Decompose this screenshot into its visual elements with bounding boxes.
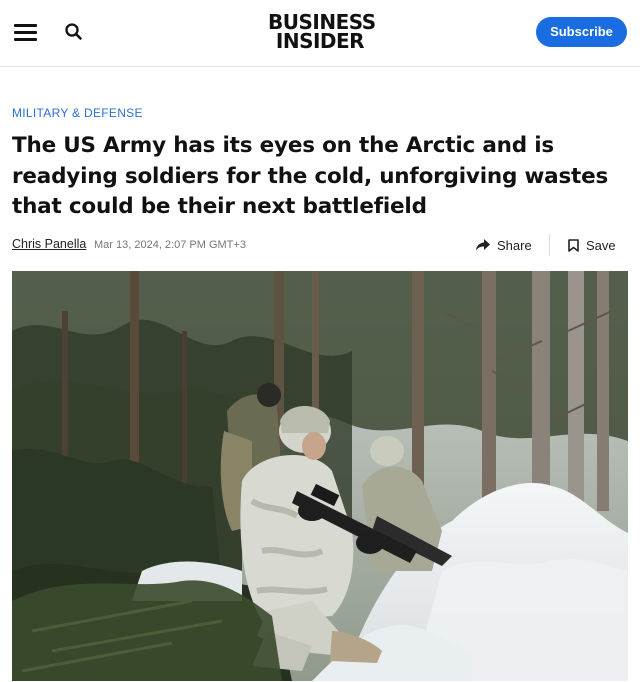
site-logo[interactable]: BUSINESS INSIDER [268,12,376,53]
search-icon [65,23,82,40]
search-button[interactable] [62,20,86,44]
publish-date: Mar 13, 2024, 2:07 PM GMT+3 [94,239,246,251]
logo-line-2: INSIDER [275,29,365,53]
author-link[interactable]: Chris Panella [12,237,86,251]
soldiers-in-snowy-forest-photo [12,271,628,681]
save-button[interactable]: Save [568,236,616,254]
share-button[interactable]: Share [476,236,532,254]
share-label: Share [497,237,532,253]
site-header: BUSINESS INSIDER Subscribe [0,0,640,67]
action-divider [549,234,550,256]
hamburger-menu-icon [14,24,37,27]
article-hero-image [12,271,628,681]
hamburger-menu-icon-line [14,38,37,41]
hamburger-menu-icon-line [14,31,37,34]
bookmark-icon [568,238,579,252]
menu-button[interactable] [14,22,38,42]
subscribe-button[interactable]: Subscribe [536,17,627,47]
save-label: Save [586,237,616,253]
article-headline: The US Army has its eyes on the Arctic a… [12,133,609,219]
share-arrow-icon [476,239,490,251]
category-link[interactable]: MILITARY & DEFENSE [12,106,143,120]
